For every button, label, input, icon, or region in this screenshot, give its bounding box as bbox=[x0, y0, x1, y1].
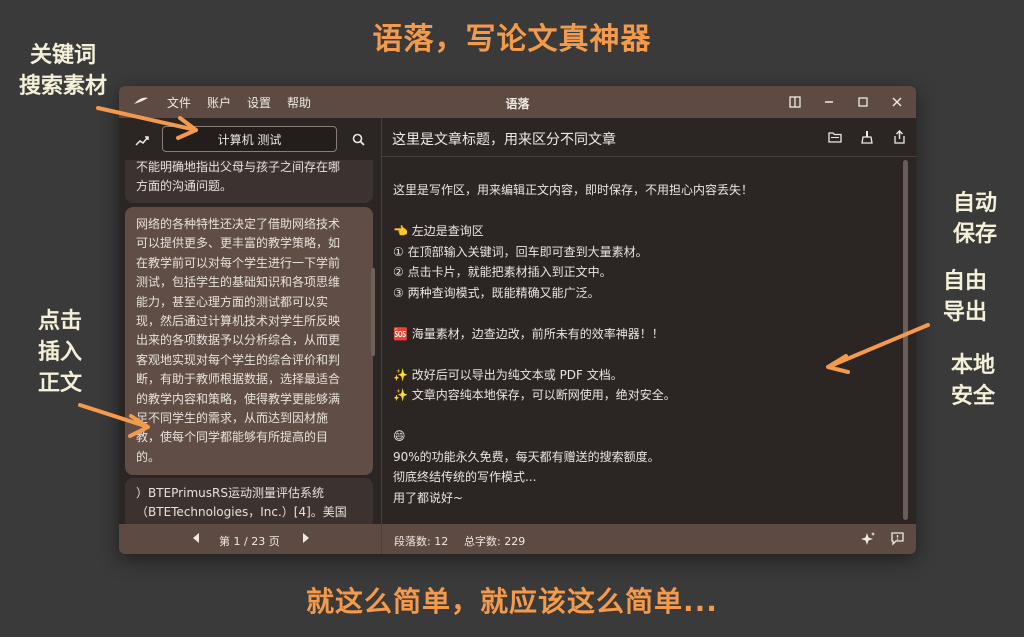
maximize-icon[interactable] bbox=[852, 91, 874, 113]
share-icon[interactable] bbox=[890, 128, 908, 146]
callout-export: 自由 导出 bbox=[930, 266, 1000, 328]
callout-text: 插入 bbox=[37, 340, 82, 365]
layout-icon[interactable] bbox=[784, 91, 806, 113]
feedback-icon[interactable] bbox=[890, 531, 905, 549]
status-bar: 段落数: 12 总字数: 229 bbox=[382, 524, 916, 554]
callout-insert: 点击 插入 正文 bbox=[20, 306, 100, 399]
minimize-icon[interactable] bbox=[818, 91, 840, 113]
headline-top: 语落，写论文真神器 bbox=[372, 22, 652, 57]
editor-textarea[interactable]: 这里是写作区，用来编辑正文内容，即时保存，不用担心内容丢失！ 👈 左边是查询区 … bbox=[393, 180, 893, 505]
editor-scrollbar[interactable] bbox=[903, 160, 908, 520]
app-window: 文件 账户 设置 帮助 语落 计算机 测试 不能明确地指出父母与孩子之间存在哪 … bbox=[119, 86, 916, 554]
callout-text: 自动 bbox=[952, 191, 997, 216]
result-card[interactable]: 不能明确地指出父母与孩子之间存在哪 方面的沟通问题。 bbox=[125, 160, 373, 203]
search-icon[interactable] bbox=[352, 131, 365, 150]
clean-icon[interactable] bbox=[858, 128, 876, 146]
callout-text: 点击 bbox=[37, 309, 82, 334]
callout-text: 导出 bbox=[942, 300, 987, 325]
menu-bar: 文件 账户 设置 帮助 bbox=[167, 86, 311, 118]
editor-panel: 这里是文章标题，用来区分不同文章 这里是写作区，用来编辑正文内容，即时保存，不用… bbox=[382, 118, 916, 554]
prev-page-icon[interactable] bbox=[191, 532, 201, 547]
search-bar bbox=[119, 118, 381, 158]
folder-icon[interactable] bbox=[826, 128, 844, 146]
search-input[interactable] bbox=[162, 126, 337, 152]
callout-search: 关键词 搜索素材 bbox=[8, 40, 118, 102]
document-title[interactable]: 这里是文章标题，用来区分不同文章 bbox=[392, 129, 616, 149]
callout-text: 保存 bbox=[952, 222, 997, 247]
close-icon[interactable] bbox=[886, 91, 908, 113]
word-count: 总字数: 229 bbox=[464, 535, 526, 548]
menu-settings[interactable]: 设置 bbox=[247, 94, 271, 111]
titlebar: 文件 账户 设置 帮助 语落 bbox=[119, 86, 916, 118]
query-panel: 不能明确地指出父母与孩子之间存在哪 方面的沟通问题。 网络的各种特性还决定了借助… bbox=[119, 118, 382, 554]
pagination: 第 1 / 23 页 bbox=[119, 524, 381, 554]
headline-bottom: 就这么简单，就应该这么简单... bbox=[306, 585, 718, 618]
callout-autosave: 自动 保存 bbox=[940, 188, 1010, 250]
callout-local: 本地 安全 bbox=[938, 350, 1008, 412]
callout-text: 本地 bbox=[950, 353, 995, 378]
callout-text: 安全 bbox=[950, 384, 995, 409]
window-controls bbox=[784, 86, 908, 118]
document-toolbar bbox=[826, 128, 908, 146]
trend-icon[interactable] bbox=[135, 132, 149, 151]
menu-help[interactable]: 帮助 bbox=[287, 94, 311, 111]
next-page-icon[interactable] bbox=[301, 532, 311, 547]
callout-text: 自由 bbox=[942, 269, 987, 294]
menu-account[interactable]: 账户 bbox=[207, 94, 231, 111]
logo-icon bbox=[133, 95, 149, 110]
divider bbox=[382, 156, 916, 157]
result-card[interactable]: ）BTEPrimusRS运动测量评估系统 （BTETechnologies，In… bbox=[125, 478, 373, 524]
results-list: 不能明确地指出父母与孩子之间存在哪 方面的沟通问题。 网络的各种特性还决定了借助… bbox=[125, 160, 375, 524]
result-card-highlighted[interactable]: 网络的各种特性还决定了借助网络技术 可以提供更多、更丰富的教学策略，如 在教学前… bbox=[125, 207, 373, 476]
results-scrollbar[interactable] bbox=[371, 268, 375, 356]
callout-text: 关键词 bbox=[29, 43, 96, 68]
ai-sparkle-icon[interactable] bbox=[860, 531, 876, 550]
paragraph-count: 段落数: 12 bbox=[394, 535, 449, 548]
page-indicator: 第 1 / 23 页 bbox=[219, 535, 280, 548]
callout-text: 正文 bbox=[37, 371, 82, 396]
menu-file[interactable]: 文件 bbox=[167, 94, 191, 111]
callout-text: 搜索素材 bbox=[18, 74, 107, 99]
